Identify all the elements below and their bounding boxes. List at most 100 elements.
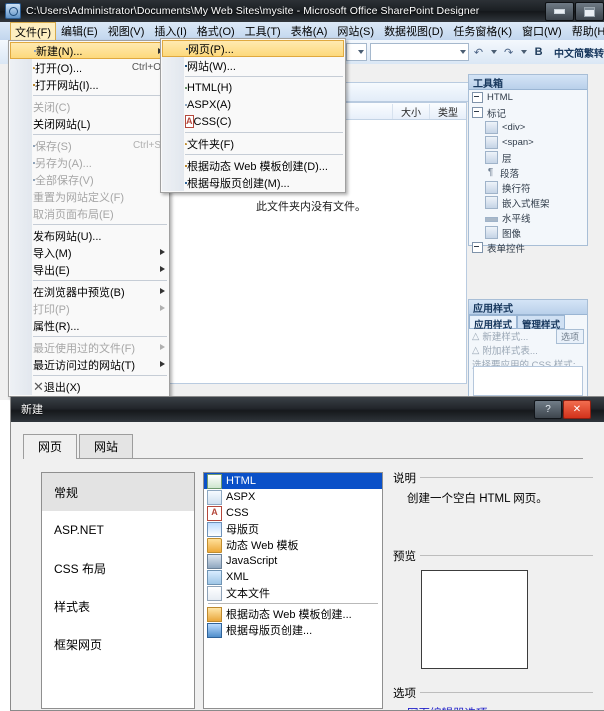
menu-file[interactable]: 文件(F) <box>10 21 57 41</box>
column-size[interactable]: 大小 <box>392 103 429 119</box>
toolbox-item-div[interactable]: <div> <box>469 120 587 135</box>
tab-webpage[interactable]: 网页 <box>23 434 78 459</box>
category-item-general[interactable]: 常规 <box>42 473 194 511</box>
template-item-dynamic-web-template[interactable]: 动态 Web 模板 <box>204 537 382 553</box>
template-item-css[interactable]: A CSS <box>204 505 382 521</box>
menu-edit[interactable]: 编辑(E) <box>56 21 103 41</box>
submenu-item-from-dwt[interactable]: 根据动态 Web 模板创建(D)... <box>161 157 345 174</box>
category-item-css-layout[interactable]: CSS 布局 <box>42 549 194 587</box>
menu-item-open[interactable]: 打开(O)... Ctrl+O <box>9 59 169 76</box>
template-list[interactable]: HTML ASPX A CSS 母版页 动态 Web 模板 JavaScript <box>203 472 383 709</box>
column-type[interactable]: 类型 <box>429 103 466 119</box>
collapse-icon[interactable] <box>472 242 483 253</box>
menu-item-recent-sites[interactable]: 最近访问过的网站(T) <box>9 356 169 373</box>
menu-item-close[interactable]: 关闭(C) <box>9 98 169 115</box>
menu-item-import[interactable]: 导入(M) <box>9 244 169 261</box>
menu-item-exit[interactable]: ✕ 退出(X) <box>9 378 169 395</box>
toolbox-item-layer[interactable]: 层 <box>469 150 587 165</box>
toolbox-item-paragraph[interactable]: ¶ 段落 <box>469 165 587 180</box>
redo-icon[interactable]: ↷ <box>501 44 516 60</box>
menu-item-open-site[interactable]: 打开网站(I)... <box>9 76 169 93</box>
category-item-stylesheet[interactable]: 样式表 <box>42 587 194 625</box>
submenu-item-folder[interactable]: 文件夹(F) <box>161 135 345 152</box>
toolbox-group-markup[interactable]: 标记 <box>469 105 587 120</box>
menu-item-label: 重置为网站定义(F) <box>33 191 125 204</box>
menu-item-print[interactable]: 打印(P) <box>9 300 169 317</box>
toolbox-item-span[interactable]: <span> <box>469 135 587 150</box>
menu-help[interactable]: 帮助(H) <box>567 21 604 41</box>
toolbox-item-linebreak[interactable]: 换行符 <box>469 180 587 195</box>
submenu-item-css[interactable]: A CSS(C) <box>161 113 345 130</box>
menu-item-new[interactable]: 新建(N)... <box>10 42 168 59</box>
chinese-conversion-button[interactable]: 中文简繁转 <box>554 45 604 60</box>
close-button[interactable]: ✕ <box>563 400 591 419</box>
template-item-xml[interactable]: XML <box>204 569 382 585</box>
menu-item-properties[interactable]: 属性(R)... <box>9 317 169 334</box>
category-item-frames[interactable]: 框架网页 <box>42 625 194 663</box>
new-dialog: 新建 ? ✕ 网页 网站 常规 ASP.NET CSS 布局 样式表 框架网页 … <box>10 396 604 711</box>
menu-item-publish-site[interactable]: 发布网站(U)... <box>9 227 169 244</box>
chevron-right-icon <box>160 305 165 311</box>
horizontal-rule-icon <box>485 217 498 222</box>
template-item-create-from-master-page[interactable]: 根据母版页创建... <box>204 622 382 638</box>
menu-item-recent-files[interactable]: 最近使用过的文件(F) <box>9 339 169 356</box>
submenu-item-label: 根据母版页创建(M)... <box>187 177 290 190</box>
layer-icon <box>485 151 498 164</box>
menu-taskpanes[interactable]: 任务窗格(K) <box>448 21 517 41</box>
submenu-item-from-master-page[interactable]: 根据母版页创建(M)... <box>161 174 345 191</box>
submenu-item-aspx[interactable]: ASPX(A) <box>161 96 345 113</box>
menu-item-export[interactable]: 导出(E) <box>9 261 169 278</box>
template-item-create-from-dwt[interactable]: 根据动态 Web 模板创建... <box>204 606 382 622</box>
toolbox-item-hr[interactable]: 水平线 <box>469 210 587 225</box>
menu-dataview[interactable]: 数据视图(D) <box>379 21 448 41</box>
menu-item-detach-page-layout[interactable]: 取消页面布局(E) <box>9 205 169 222</box>
tab-manage-styles[interactable]: 管理样式 <box>517 315 566 331</box>
menu-item-reset-to-site-definition[interactable]: 重置为网站定义(F) <box>9 188 169 205</box>
menu-view[interactable]: 视图(V) <box>103 21 150 41</box>
help-button[interactable]: ? <box>534 400 562 419</box>
description-label: 说明 <box>393 470 420 486</box>
category-list[interactable]: 常规 ASP.NET CSS 布局 样式表 框架网页 <box>41 472 195 709</box>
template-item-html[interactable]: HTML <box>204 473 382 489</box>
template-item-aspx[interactable]: ASPX <box>204 489 382 505</box>
minimize-button[interactable] <box>545 2 574 21</box>
menu-item-save[interactable]: 保存(S) Ctrl+S <box>9 137 169 154</box>
style-combo-caret[interactable] <box>346 43 367 61</box>
template-item-text-file[interactable]: 文本文件 <box>204 585 382 601</box>
toolbox-item-iframe[interactable]: 嵌入式框架 <box>469 195 587 210</box>
template-item-master-page[interactable]: 母版页 <box>204 521 382 537</box>
undo-dropdown-icon[interactable] <box>490 44 497 60</box>
submenu-item-website[interactable]: 网站(W)... <box>161 57 345 74</box>
toolbox-group-html[interactable]: HTML <box>469 90 587 105</box>
submenu-item-label: 文件夹(F) <box>187 138 235 151</box>
font-combo[interactable] <box>369 43 470 61</box>
toolbox-item-label: 段落 <box>500 168 520 180</box>
collapse-icon[interactable] <box>472 92 483 103</box>
menu-item-save-as[interactable]: 另存为(A)... <box>9 154 169 171</box>
toolbox-item-image[interactable]: 图像 <box>469 225 587 240</box>
template-item-label: ASPX <box>226 491 256 503</box>
redo-dropdown-icon[interactable] <box>520 44 527 60</box>
template-item-javascript[interactable]: JavaScript <box>204 553 382 569</box>
toolbox-group-formcontrols[interactable]: 表单控件 <box>469 240 587 255</box>
new-style-action[interactable]: △ 新建样式... 选项 <box>469 328 587 344</box>
collapse-icon[interactable] <box>472 107 483 118</box>
submenu-item-page[interactable]: 网页(P)... <box>162 40 344 57</box>
menu-window[interactable]: 窗口(W) <box>517 21 567 41</box>
tab-apply-styles[interactable]: 应用样式 <box>469 315 518 331</box>
menu-item-close-site[interactable]: 关闭网站(L) <box>9 115 169 132</box>
bold-button[interactable]: B <box>531 44 546 60</box>
styles-list[interactable] <box>473 366 583 396</box>
undo-icon[interactable]: ↶ <box>471 44 486 60</box>
menu-item-preview-in-browser[interactable]: 在浏览器中预览(B) <box>9 283 169 300</box>
options-button[interactable]: 选项 <box>555 328 584 344</box>
template-item-label: 根据动态 Web 模板创建... <box>226 609 352 621</box>
menu-item-label: 打开网站(I)... <box>35 79 99 92</box>
template-item-label: 文本文件 <box>226 588 270 600</box>
maximize-button[interactable] <box>575 2 604 21</box>
menu-item-save-all[interactable]: 全部保存(V) <box>9 171 169 188</box>
category-item-aspnet[interactable]: ASP.NET <box>42 511 194 549</box>
attach-stylesheet-action[interactable]: △ 附加样式表... <box>469 343 587 358</box>
submenu-item-html[interactable]: HTML(H) <box>161 79 345 96</box>
tab-website[interactable]: 网站 <box>79 434 134 458</box>
